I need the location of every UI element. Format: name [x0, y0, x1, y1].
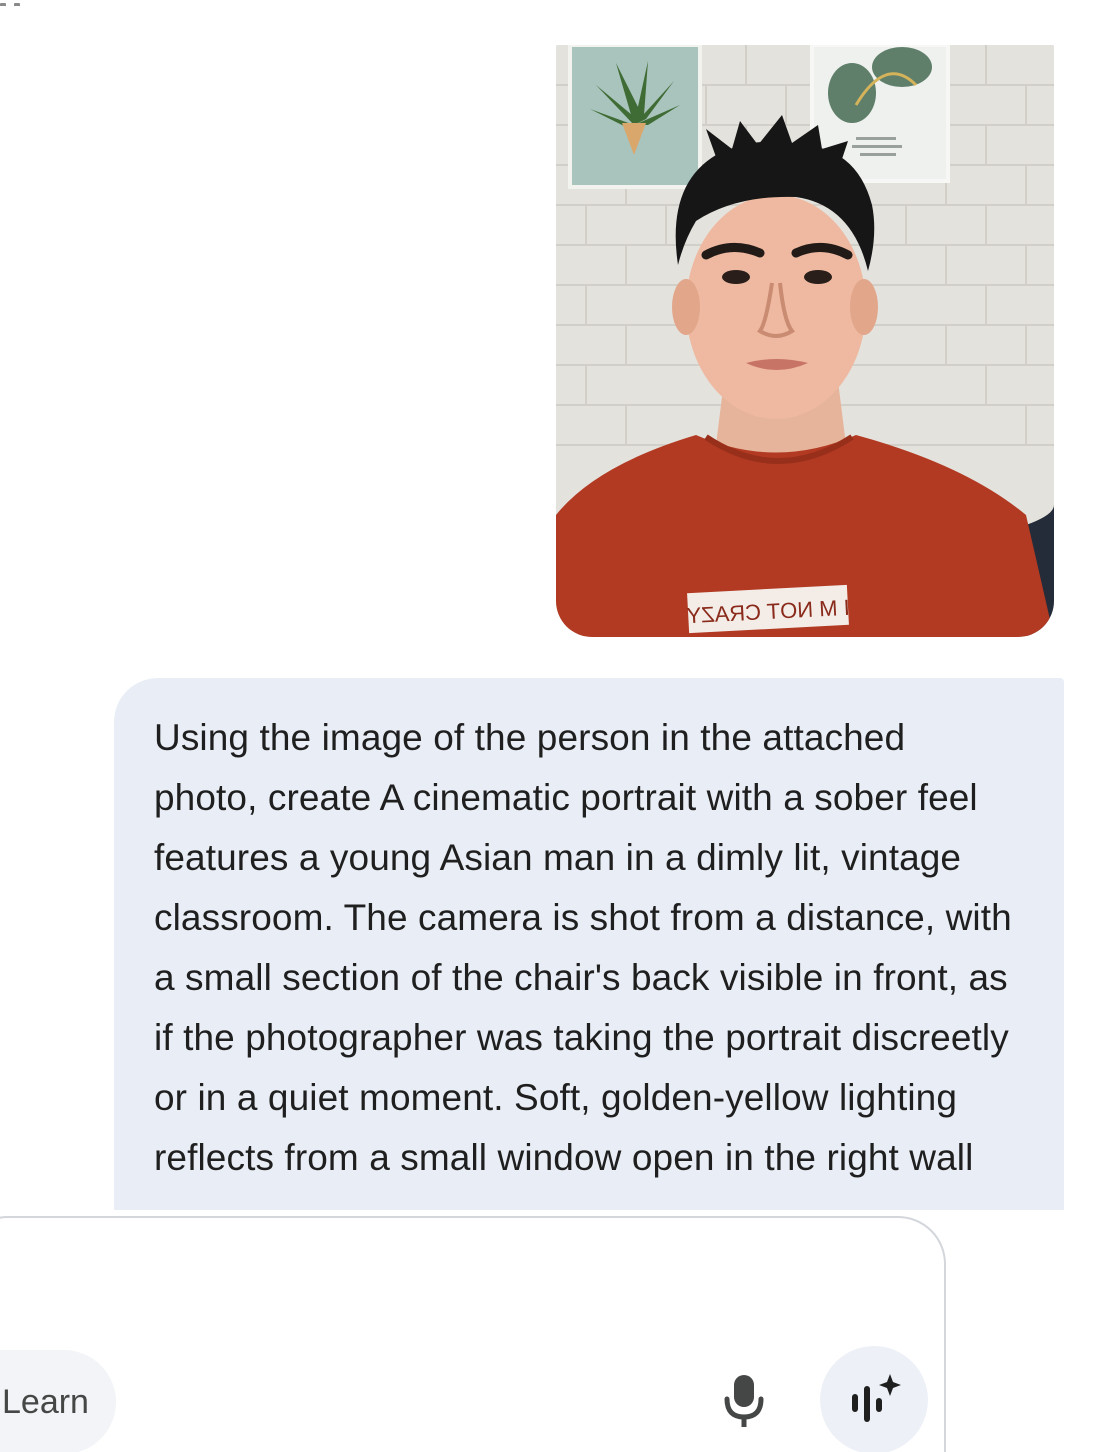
chat-page: I M NOT CRAZY Using the image of the per…	[0, 0, 1104, 1452]
learn-chip-label: Learn	[2, 1383, 89, 1421]
cropped-header-fragment	[0, 0, 140, 6]
attached-photo[interactable]: I M NOT CRAZY	[556, 45, 1054, 637]
mic-icon	[724, 1375, 764, 1427]
live-mode-button[interactable]	[820, 1346, 928, 1452]
portrait-image: I M NOT CRAZY	[556, 45, 1054, 637]
microphone-button[interactable]	[712, 1366, 776, 1436]
prompt-composer[interactable]	[0, 1216, 946, 1452]
user-prompt-bubble: Using the image of the person in the att…	[114, 678, 1064, 1210]
prompt-text: Using the image of the person in the att…	[154, 717, 1012, 1178]
live-sparkle-icon	[852, 1374, 901, 1422]
